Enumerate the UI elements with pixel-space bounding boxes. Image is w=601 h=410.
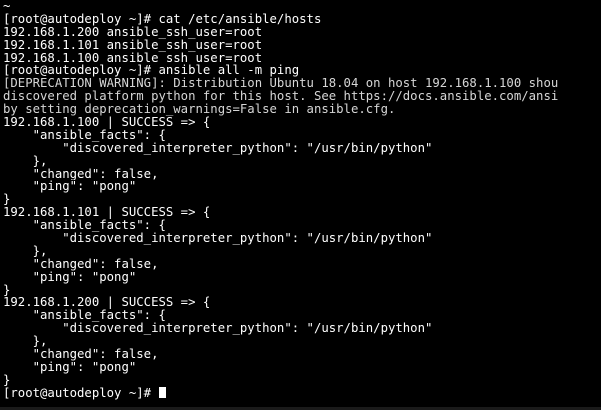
terminal-prompt-line[interactable]: [root@autodeploy ~]# [3,386,601,400]
terminal-output-line: "ansible_facts": { [3,128,166,142]
terminal-output-line: "ansible_facts": { [3,219,166,233]
terminal-warning-line: discovered platform python for this host… [3,90,559,104]
terminal-output-line: "discovered_interpreter_python": "/usr/b… [3,322,433,336]
terminal-output-line: "ping": "pong" [3,270,137,284]
terminal-prompt: [root@autodeploy ~]# [3,386,159,400]
terminal-command-line: [root@autodeploy ~]# cat /etc/ansible/ho… [3,12,322,26]
terminal-output-line: 192.168.1.101 | SUCCESS => { [3,206,211,220]
terminal-window[interactable]: ~ [root@autodeploy ~]# cat /etc/ansible/… [0,0,601,410]
terminal-output-line: "ping": "pong" [3,360,137,374]
terminal-warning-line: [DEPRECATION WARNING]: Distribution Ubun… [3,77,559,91]
text-cursor [159,386,167,398]
terminal-output-line: 192.168.1.101 ansible_ssh_user=root [3,38,263,52]
terminal-output-line: }, [3,154,48,168]
terminal-output-line: 192.168.1.100 ansible_ssh_user=root [3,51,263,65]
terminal-output-line: "changed": false, [3,167,159,181]
terminal-line: ~ [3,0,11,13]
terminal-output-line: 192.168.1.100 | SUCCESS => { [3,116,211,129]
terminal-output-line: "changed": false, [3,257,159,271]
terminal-output-line: } [3,193,11,207]
terminal-output-line: "ansible_facts": { [3,309,166,323]
terminal-warning-line: by setting deprecation_warnings=False in… [3,103,396,117]
terminal-output-line: } [3,373,11,387]
terminal-command-line: [root@autodeploy ~]# ansible all -m ping [3,64,300,78]
terminal-output-line: "discovered_interpreter_python": "/usr/b… [3,232,433,245]
terminal-output-line: }, [3,244,48,258]
terminal-output-line: "ping": "pong" [3,180,137,194]
terminal-output-line: "discovered_interpreter_python": "/usr/b… [3,141,433,155]
terminal-output-line: 192.168.1.200 | SUCCESS => { [3,296,211,310]
terminal-output-line: } [3,283,11,297]
terminal-output-line: "changed": false, [3,348,159,361]
terminal-output-line: }, [3,335,48,349]
terminal-output-line: 192.168.1.200 ansible_ssh_user=root [3,25,263,39]
